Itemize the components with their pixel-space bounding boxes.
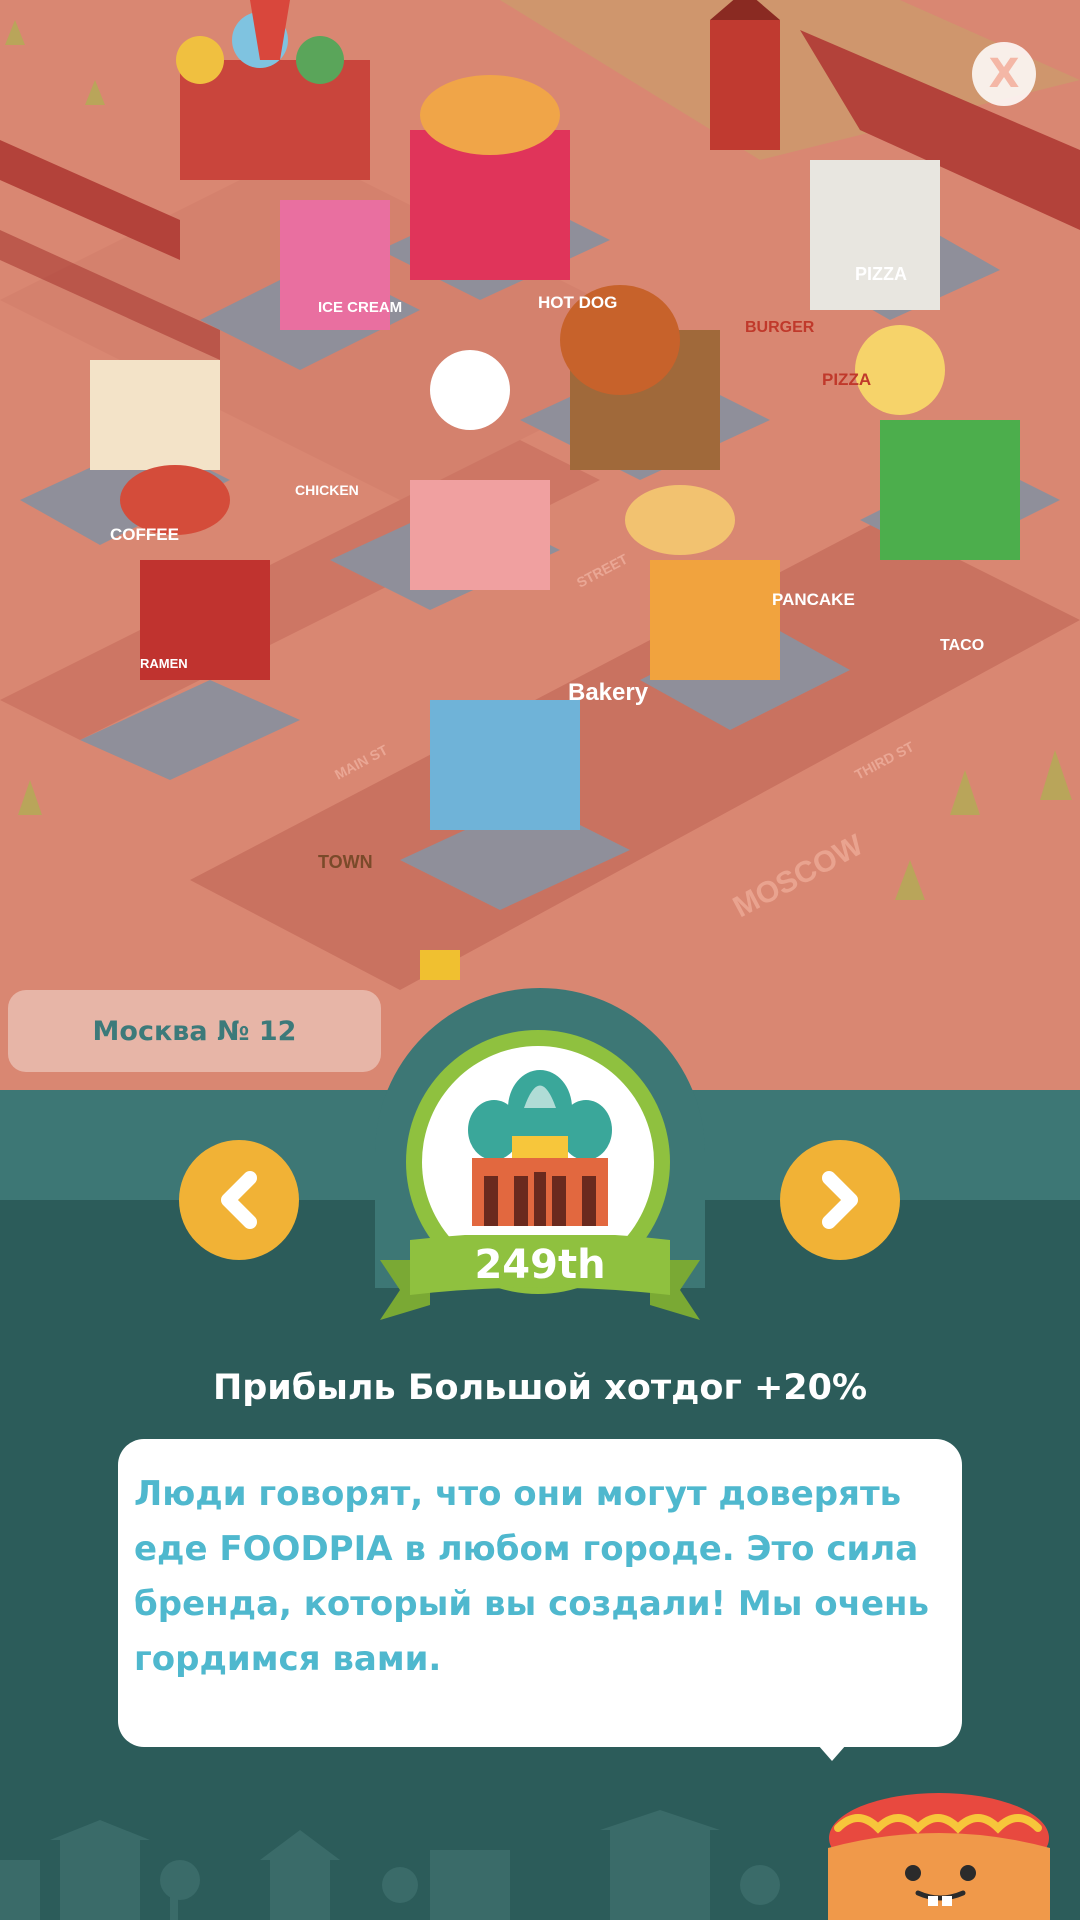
town-sign: TOWN [318, 852, 373, 872]
rank-label: 249th [474, 1242, 606, 1288]
message-bubble-tail [818, 1745, 846, 1761]
ramen-sign: RAMEN [140, 656, 188, 671]
previous-city-button[interactable] [179, 1140, 299, 1260]
next-city-button[interactable] [780, 1140, 900, 1260]
map-illustration: COFFEE ICE CREAM HOT DOG BURGER PIZZA PI… [0, 0, 1080, 990]
burger-sign: BURGER [745, 319, 815, 336]
city-map[interactable]: COFFEE ICE CREAM HOT DOG BURGER PIZZA PI… [0, 0, 1080, 1090]
pizza-sign: PIZZA [855, 264, 907, 284]
pancake-sign: PANCAKE [772, 590, 855, 609]
message-bubble: Люди говорят, что они могут доверять еде… [118, 1439, 962, 1747]
message-text: Люди говорят, что они могут доверять еде… [134, 1474, 930, 1679]
coffee-sign: COFFEE [110, 525, 179, 544]
chevron-left-icon [221, 1171, 257, 1229]
city-name-label: Москва № 12 [8, 990, 381, 1072]
taco-sign: TACO [940, 637, 984, 654]
bakery-sign: Bakery [568, 679, 649, 706]
chicken-sign: CHICKEN [295, 482, 359, 498]
moscow-road-label: MOSCOW [728, 828, 869, 924]
street-road-label: STREET [574, 550, 631, 590]
chevron-right-icon [822, 1171, 858, 1229]
hot-dog-sign: HOT DOG [538, 293, 617, 312]
close-button[interactable]: X [972, 42, 1036, 106]
main-st-road-label: MAIN ST [332, 741, 391, 782]
cathedral-icon [468, 1070, 612, 1226]
bonus-text: Прибыль Большой хотдог +20% [212, 1368, 868, 1408]
pizza-sign-2: PIZZA [822, 370, 871, 389]
hot-dog-mascot [828, 1793, 1050, 1920]
ice-cream-sign: ICE CREAM [318, 299, 402, 316]
third-st-road-label: THIRD ST [852, 738, 917, 783]
